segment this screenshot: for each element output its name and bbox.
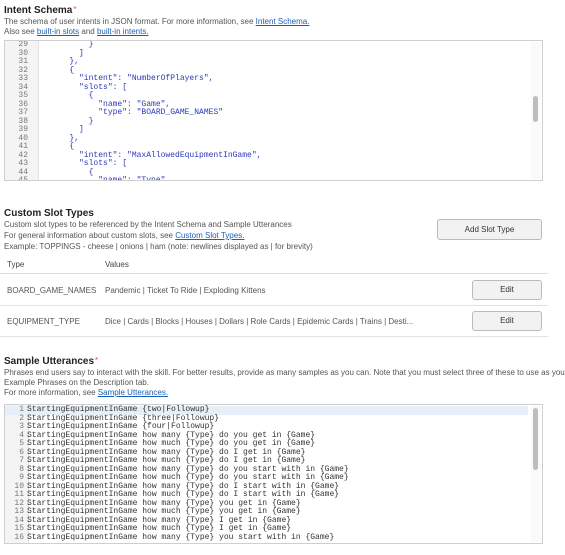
- column-header-type: Type: [7, 260, 25, 269]
- line-text: StartingEquipmentInGame how many {Type} …: [27, 532, 335, 542]
- intent-schema-see-also: Also see built-in slots and built-in int…: [4, 27, 149, 36]
- sample-utterances-link[interactable]: Sample Utterances.: [98, 388, 168, 397]
- slot-type-values: Dice | Cards | Blocks | Houses | Dollars…: [105, 317, 414, 326]
- editor-scrollbar[interactable]: [531, 42, 541, 179]
- column-header-values: Values: [105, 260, 129, 269]
- sample-utterances-info: For more information, see Sample Utteran…: [4, 388, 169, 397]
- sample-utterances-description-2: Example Phrases on the Description tab.: [4, 378, 149, 387]
- custom-slot-types-info: For general information about custom slo…: [4, 231, 245, 240]
- code-line: 31 },: [5, 57, 528, 67]
- code-line: 40 },: [5, 134, 528, 144]
- slot-type-name: BOARD_GAME_NAMES: [7, 286, 97, 295]
- required-mark: *: [95, 356, 99, 365]
- required-mark: *: [73, 5, 77, 14]
- sample-utterances-editor[interactable]: 1 StartingEquipmentInGame {two|Followup} 2…: [4, 404, 543, 544]
- code-line: 39 ]: [5, 125, 528, 135]
- custom-slot-types-description: Custom slot types to be referenced by th…: [4, 220, 292, 229]
- built-in-slots-link[interactable]: built-in slots: [37, 27, 79, 36]
- code-line: 45 "name": "Type",: [5, 176, 528, 181]
- line-number: 16: [14, 532, 24, 542]
- intent-schema-link[interactable]: Intent Schema.: [256, 17, 310, 26]
- custom-slot-types-example: Example: TOPPINGS - cheese | onions | ha…: [4, 242, 313, 251]
- intent-schema-title: Intent Schema*: [4, 5, 77, 16]
- edit-slot-type-button[interactable]: Edit: [472, 280, 542, 300]
- custom-slot-types-link[interactable]: Custom Slot Types.: [175, 231, 244, 240]
- slot-types-table-header: Type Values: [0, 256, 548, 274]
- add-slot-type-button[interactable]: Add Slot Type: [437, 219, 542, 240]
- editor-scrollbar[interactable]: [531, 406, 541, 542]
- slot-type-name: EQUIPMENT_TYPE: [7, 317, 80, 326]
- slot-type-row: EQUIPMENT_TYPE Dice | Cards | Blocks | H…: [0, 307, 548, 337]
- sample-utterances-title: Sample Utterances*: [4, 356, 99, 367]
- built-in-intents-link[interactable]: built-in intents.: [97, 27, 149, 36]
- intent-schema-editor[interactable]: 29 } 30 ] 31 }, 32 {33 "intent": "NumberOfP…: [4, 40, 543, 181]
- sample-utterances-description: Phrases end users say to interact with t…: [4, 368, 565, 377]
- scrollbar-thumb[interactable]: [533, 408, 538, 470]
- slot-type-row: BOARD_GAME_NAMES Pandemic | Ticket To Ri…: [0, 276, 548, 306]
- edit-slot-type-button[interactable]: Edit: [472, 311, 542, 331]
- scrollbar-thumb[interactable]: [533, 96, 538, 122]
- line-text: "name": "Type",: [31, 176, 171, 181]
- intent-schema-description: The schema of user intents in JSON forma…: [4, 17, 310, 26]
- line-number: 45: [18, 176, 28, 181]
- code-line: 30 ]: [5, 49, 528, 59]
- code-line: 16 StartingEquipmentInGame how many {Type…: [5, 532, 528, 543]
- custom-slot-types-title: Custom Slot Types: [4, 208, 94, 219]
- slot-type-values: Pandemic | Ticket To Ride | Exploding Ki…: [105, 286, 266, 295]
